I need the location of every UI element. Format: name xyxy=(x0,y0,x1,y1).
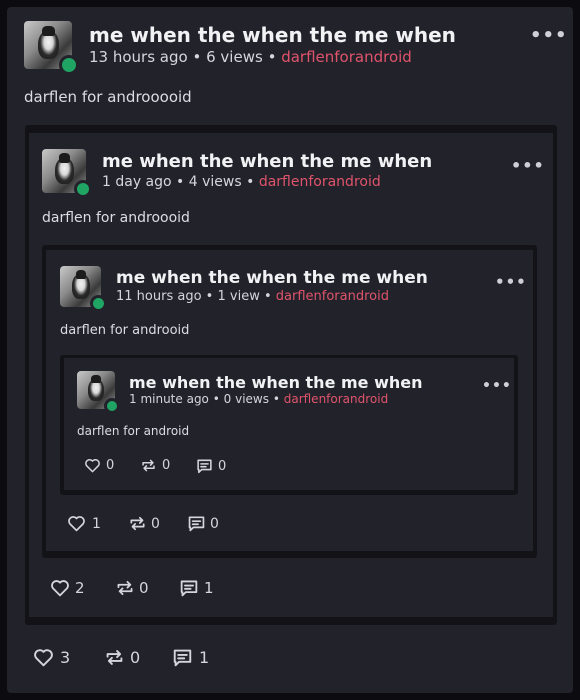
repost-button[interactable]: 0 xyxy=(128,515,160,532)
post-views: 0 views xyxy=(223,392,269,406)
repost-button[interactable]: 0 xyxy=(140,458,170,473)
separator: • xyxy=(246,174,255,190)
post-views: 6 views xyxy=(206,48,263,66)
avatar[interactable] xyxy=(42,149,92,198)
like-count: 3 xyxy=(60,648,71,667)
online-status-icon xyxy=(59,55,79,75)
avatar[interactable] xyxy=(77,371,120,414)
comment-button[interactable]: 1 xyxy=(179,579,214,597)
comment-button[interactable]: 0 xyxy=(196,458,226,474)
post-title: me when the when the me when xyxy=(116,268,428,288)
comment-icon xyxy=(173,649,192,667)
avatar[interactable] xyxy=(24,21,79,75)
separator: • xyxy=(176,174,185,190)
separator: • xyxy=(212,392,220,406)
comment-button[interactable]: 1 xyxy=(172,648,209,667)
repost-icon xyxy=(106,650,123,665)
repost-count: 0 xyxy=(130,648,141,667)
repost-icon xyxy=(117,580,133,596)
separator: • xyxy=(263,289,272,304)
online-status-icon xyxy=(104,398,120,414)
separator: • xyxy=(192,48,202,66)
like-button[interactable]: 0 xyxy=(84,458,114,473)
post-meta: 1 day ago • 4 views • darflenforandroid xyxy=(102,174,381,190)
repost-icon xyxy=(130,516,145,531)
online-status-icon xyxy=(90,295,107,312)
like-count: 1 xyxy=(92,515,101,532)
post-time: 13 hours ago xyxy=(89,48,188,66)
post-meta: 11 hours ago • 1 view • darflenforandroi… xyxy=(116,289,389,304)
comment-icon xyxy=(197,459,212,474)
post-title: me when the when the me when xyxy=(89,23,456,47)
comment-count: 0 xyxy=(210,515,219,532)
comment-icon xyxy=(180,580,198,597)
like-button[interactable]: 2 xyxy=(50,579,85,597)
more-options-button[interactable]: ••• xyxy=(530,27,568,45)
like-count: 0 xyxy=(106,458,115,473)
post-username-link[interactable]: darflenforandroid xyxy=(259,174,381,190)
more-options-button[interactable]: ••• xyxy=(482,379,512,393)
post-body: darflen for androooid xyxy=(42,210,190,226)
post-username-link[interactable]: darflenforandroid xyxy=(284,392,389,406)
comment-icon xyxy=(188,516,205,532)
heart-icon xyxy=(34,649,53,667)
comment-count: 1 xyxy=(204,579,214,597)
post-meta: 13 hours ago • 6 views • darflenforandro… xyxy=(89,48,412,66)
repost-button[interactable]: 0 xyxy=(115,579,149,597)
more-options-button[interactable]: ••• xyxy=(495,275,527,290)
post-username-link[interactable]: darflenforandroid xyxy=(281,48,412,66)
heart-icon xyxy=(51,580,69,597)
separator: • xyxy=(267,48,277,66)
like-button[interactable]: 3 xyxy=(33,648,70,667)
post-body: darflen for androoooid xyxy=(24,88,192,106)
post-body: darflen for androoid xyxy=(60,323,190,338)
post-username-link[interactable]: darflenforandroid xyxy=(276,289,389,304)
post-views: 1 view xyxy=(217,289,260,304)
separator: • xyxy=(205,289,214,304)
avatar[interactable] xyxy=(60,266,107,312)
comment-button[interactable]: 0 xyxy=(187,515,219,532)
comment-count: 1 xyxy=(199,648,210,667)
online-status-icon xyxy=(74,180,92,198)
heart-icon xyxy=(68,516,85,532)
post-meta: 1 minute ago • 0 views • darflenforandro… xyxy=(129,392,388,406)
repost-icon xyxy=(142,459,155,472)
repost-count: 0 xyxy=(139,579,149,597)
post-views: 4 views xyxy=(188,174,242,190)
like-count: 2 xyxy=(75,579,85,597)
post-title: me when the when the me when xyxy=(129,373,423,392)
post-time: 11 hours ago xyxy=(116,289,202,304)
heart-icon xyxy=(85,458,100,473)
post-body: darflen for android xyxy=(77,424,190,438)
repost-count: 0 xyxy=(151,515,160,532)
repost-count: 0 xyxy=(162,458,171,473)
post-title: me when the when the me when xyxy=(102,151,433,172)
repost-button[interactable]: 0 xyxy=(104,648,140,667)
post-time: 1 minute ago xyxy=(129,392,209,406)
comment-count: 0 xyxy=(218,458,227,474)
like-button[interactable]: 1 xyxy=(67,515,101,532)
post-time: 1 day ago xyxy=(102,174,172,190)
more-options-button[interactable]: ••• xyxy=(511,158,545,174)
separator: • xyxy=(272,392,280,406)
